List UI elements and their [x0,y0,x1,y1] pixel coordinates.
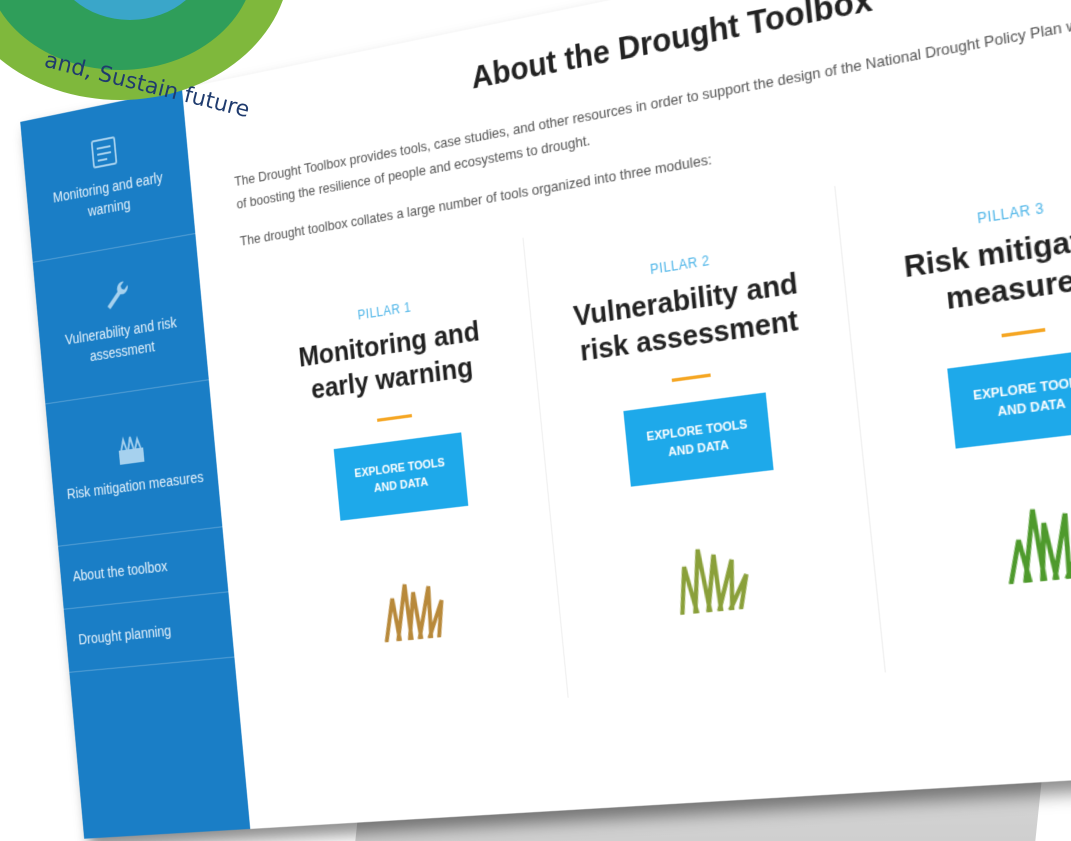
accent-divider [377,414,413,422]
grass-icon [370,560,455,643]
main-content: About the Drought Toolbox The Drought To… [182,0,1071,829]
sidebar-item-risk-mitigation[interactable]: Risk mitigation measures [45,380,223,547]
sidebar-item-vulnerability[interactable]: Vulnerability and risk assessment [32,233,209,405]
sidebar-item-monitoring[interactable]: Monitoring and early warning [20,88,196,263]
explore-tools-button[interactable]: EXPLORE TOOLS AND DATA [947,347,1071,449]
explore-tools-button[interactable]: EXPLORE TOOLS AND DATA [333,432,469,521]
grass-icon [664,528,759,616]
sidebar-item-label: Risk mitigation measures [66,468,205,503]
field-icon [115,431,148,465]
sidebar-item-label: Monitoring and early warning [52,168,164,220]
explore-tools-button[interactable]: EXPLORE TOOLS AND DATA [623,392,774,487]
sidebar-item-label: Drought planning [77,622,172,648]
wrench-icon [105,280,130,310]
pillar-card-2: PILLAR 2 Vulnerability and risk assessme… [523,185,886,698]
accent-divider [1001,327,1046,338]
website-screenshot: Monitoring and early warning Vulnerabili… [20,0,1071,839]
sidebar-item-label: Vulnerability and risk assessment [64,313,178,365]
accent-divider [671,373,711,383]
grass-icon [993,491,1071,585]
sidebar-item-label: About the toolbox [72,557,169,585]
monitor-icon [88,133,120,173]
pillar-card-1: PILLAR 1 Monitoring and early warning EX… [243,237,569,721]
